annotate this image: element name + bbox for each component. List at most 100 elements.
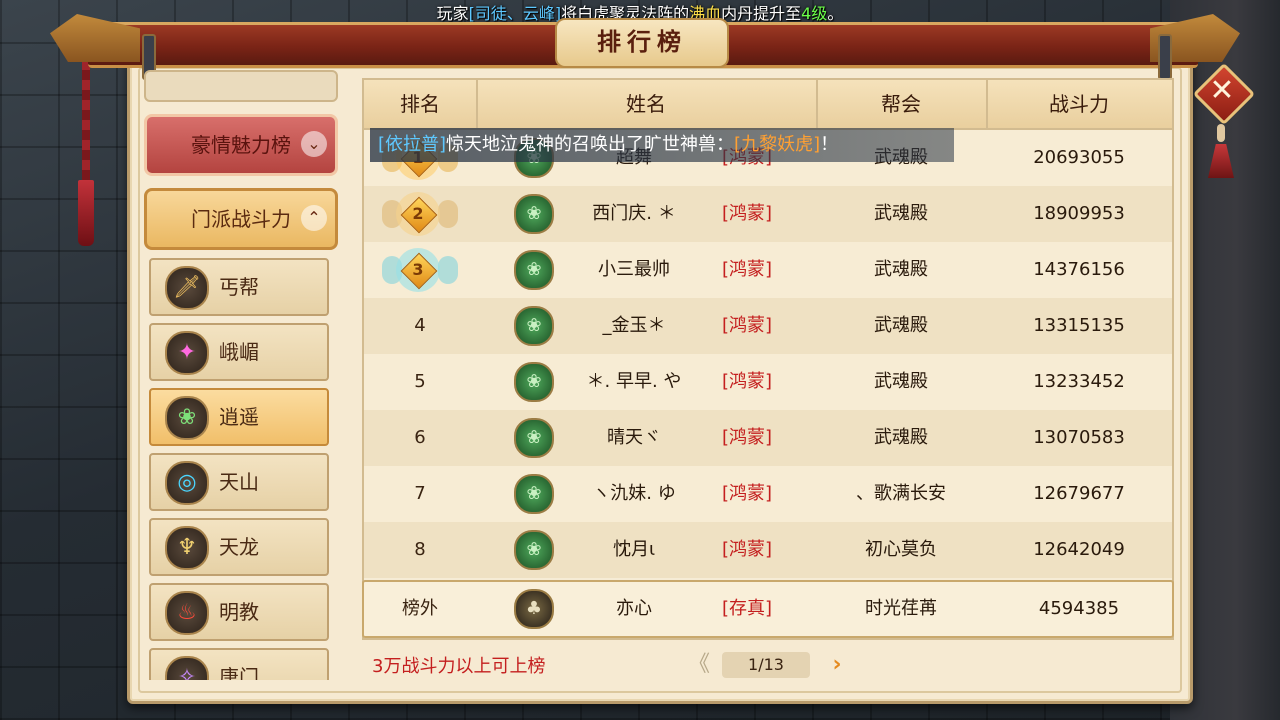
sect-item-gaibang[interactable]: 🗡 丐帮 bbox=[149, 258, 329, 316]
chevron-up-icon: ⌃ bbox=[301, 205, 327, 231]
self-ranking-row[interactable]: 榜外 ♣ 亦心 [存真] 时光荏苒 4594385 bbox=[362, 580, 1174, 638]
sect-label: 天山 bbox=[219, 470, 259, 494]
player-name: _金玉＊ bbox=[602, 315, 666, 336]
player-name: 晴天ヾ bbox=[607, 427, 661, 448]
server-tag: [鸿蒙] bbox=[721, 371, 773, 392]
rank-number: 5 bbox=[414, 371, 426, 392]
combat-power: 20693055 bbox=[1033, 147, 1125, 168]
sect-item-tangmen[interactable]: ✧ 唐门 bbox=[149, 648, 329, 680]
header-guild: 帮会 bbox=[816, 80, 988, 128]
broadcast-player: [司徒、云峰] bbox=[468, 4, 562, 23]
panel-title: 排行榜 bbox=[555, 18, 729, 68]
avatar: ❀ bbox=[514, 410, 554, 466]
sect-item-xiaoyao[interactable]: ❀ 逍遥 bbox=[149, 388, 329, 446]
category-sidebar: 豪情魅力榜 ⌄ 门派战斗力 ⌃ 🗡 丐帮 ✦ 峨嵋 ❀ 逍遥 ◎ 天山 ♆ 天龙… bbox=[140, 70, 340, 680]
medal-wing-right bbox=[438, 200, 458, 228]
broadcast-mid2: 内丹提升至 bbox=[721, 4, 802, 23]
rank-number: 7 bbox=[414, 483, 426, 504]
tianlong-icon: ♆ bbox=[165, 526, 209, 570]
rank-3-medal: 3 bbox=[382, 248, 458, 292]
broadcast-suffix: 。 bbox=[827, 4, 844, 23]
xiaoyao-icon: ❀ bbox=[514, 474, 554, 514]
xiaoyao-icon: ❀ bbox=[165, 396, 209, 440]
xiaoyao-icon: ❀ bbox=[514, 250, 554, 290]
prev-page-button[interactable]: 《 bbox=[686, 650, 712, 680]
table-row[interactable]: 2 ❀ 西门庆. ＊ [鸿蒙] 武魂殿 18909953 bbox=[364, 186, 1172, 242]
header-power: 战斗力 bbox=[1049, 92, 1109, 116]
rank-number: 3 bbox=[412, 260, 424, 279]
table-row[interactable]: 8 ❀ 忱月ι [鸿蒙] 初心莫负 12642049 bbox=[364, 522, 1172, 578]
player-name: 西门庆. ＊ bbox=[592, 203, 676, 224]
world-broadcast: [依拉普]惊天地泣鬼神的召唤出了旷世神兽：[九黎妖虎]！ bbox=[370, 128, 954, 162]
xiaoyao-icon: ❀ bbox=[514, 306, 554, 346]
broadcast-text: 惊天地泣鬼神的召唤出了旷世神兽： bbox=[446, 134, 735, 155]
pagination: 《 1/13 › bbox=[686, 648, 846, 682]
combat-power: 13233452 bbox=[1033, 371, 1125, 392]
sect-label: 唐门 bbox=[219, 665, 259, 680]
category-charm-label: 豪情魅力榜 bbox=[191, 133, 291, 157]
tianshan-icon: ◎ bbox=[165, 461, 209, 505]
server-tag: [鸿蒙] bbox=[721, 427, 773, 448]
guild-name: 武魂殿 bbox=[874, 427, 928, 448]
emei-icon: ✦ bbox=[165, 331, 209, 375]
combat-power: 12679677 bbox=[1033, 483, 1125, 504]
avatar: ❀ bbox=[514, 522, 554, 578]
guild-name: 武魂殿 bbox=[874, 371, 928, 392]
rank-number: 6 bbox=[414, 427, 426, 448]
bell-icon bbox=[1208, 144, 1234, 178]
xiaoyao-icon: ❀ bbox=[514, 362, 554, 402]
table-row[interactable]: 3 ❀ 小三最帅 [鸿蒙] 武魂殿 14376156 bbox=[364, 242, 1172, 298]
sect-item-emei[interactable]: ✦ 峨嵋 bbox=[149, 323, 329, 381]
server-tag: [鸿蒙] bbox=[721, 315, 773, 336]
server-tag: [鸿蒙] bbox=[721, 539, 773, 560]
guild-name: 武魂殿 bbox=[874, 315, 928, 336]
sect-label: 丐帮 bbox=[219, 275, 259, 299]
xiaoyao-icon: ❀ bbox=[514, 418, 554, 458]
rank-2-medal: 2 bbox=[382, 192, 458, 236]
ranking-table: 排名 姓名 帮会 战斗力 1 ❀ 超舞 [鸿蒙] 武魂殿 20693055 2 … bbox=[362, 78, 1174, 640]
sect-item-tianlong[interactable]: ♆ 天龙 bbox=[149, 518, 329, 576]
guild-name: 初心莫负 bbox=[865, 539, 937, 560]
category-charm-ranking[interactable]: 豪情魅力榜 ⌄ bbox=[144, 114, 338, 176]
table-row[interactable]: 5 ❀ ＊. 早早. や [鸿蒙] 武魂殿 13233452 bbox=[364, 354, 1172, 410]
category-sect-power[interactable]: 门派战斗力 ⌃ bbox=[144, 188, 338, 250]
table-row[interactable]: 7 ❀ ヽ氿妹. ゆ [鸿蒙] 、歌满长安 12679677 bbox=[364, 466, 1172, 522]
tangmen-icon: ✧ bbox=[165, 656, 209, 680]
table-row[interactable]: 4 ❀ _金玉＊ [鸿蒙] 武魂殿 13315135 bbox=[364, 298, 1172, 354]
avatar: ❀ bbox=[514, 298, 554, 354]
self-avatar-icon: ♣ bbox=[514, 589, 554, 629]
sect-label: 逍遥 bbox=[219, 405, 259, 429]
table-row[interactable]: 6 ❀ 晴天ヾ [鸿蒙] 武魂殿 13070583 bbox=[364, 410, 1172, 466]
sect-label: 天龙 bbox=[219, 535, 259, 559]
chevron-down-icon: ⌄ bbox=[301, 131, 327, 157]
sect-item-mingjiao[interactable]: ♨ 明教 bbox=[149, 583, 329, 641]
player-name: 小三最帅 bbox=[598, 259, 670, 280]
player-name: ＊. 早早. や bbox=[586, 371, 682, 392]
combat-power: 13315135 bbox=[1033, 315, 1125, 336]
avatar: ❀ bbox=[514, 186, 554, 242]
xiaoyao-icon: ❀ bbox=[514, 194, 554, 234]
combat-power: 14376156 bbox=[1033, 259, 1125, 280]
header-rank: 排名 bbox=[364, 80, 478, 128]
broadcast-player: [依拉普] bbox=[378, 134, 447, 155]
gaibang-icon: 🗡 bbox=[165, 266, 209, 310]
rank-number: 2 bbox=[412, 204, 424, 223]
close-icon: ✕ bbox=[1209, 73, 1235, 108]
sect-item-tianshan[interactable]: ◎ 天山 bbox=[149, 453, 329, 511]
server-tag: [鸿蒙] bbox=[721, 203, 773, 224]
avatar: ♣ bbox=[514, 582, 554, 636]
combat-power: 18909953 bbox=[1033, 203, 1125, 224]
broadcast-beast: [九黎妖虎] bbox=[734, 134, 821, 155]
next-page-button[interactable]: › bbox=[824, 650, 850, 680]
sidebar-scroll-top-item[interactable] bbox=[144, 70, 338, 102]
self-power: 4594385 bbox=[1038, 598, 1120, 619]
sect-label: 明教 bbox=[219, 600, 259, 624]
bell-ornament bbox=[1208, 124, 1234, 180]
ranking-requirement-note: 3万战斗力以上可上榜 bbox=[372, 656, 546, 677]
close-button[interactable]: ✕ bbox=[1192, 62, 1256, 126]
guild-name: 武魂殿 bbox=[874, 259, 928, 280]
avatar: ❀ bbox=[514, 354, 554, 410]
medal-wing-right bbox=[438, 256, 458, 284]
self-rank: 榜外 bbox=[402, 598, 438, 619]
avatar: ❀ bbox=[514, 466, 554, 522]
